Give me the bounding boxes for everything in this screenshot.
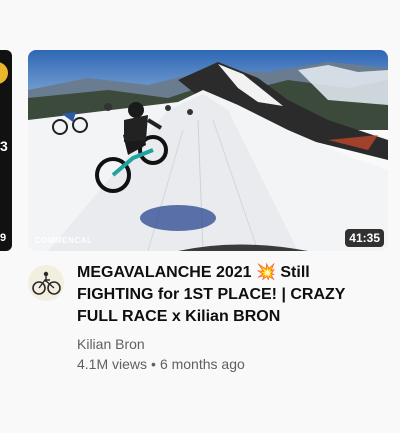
prev-badge [0, 62, 8, 84]
view-count: 4.1M views [77, 356, 148, 372]
video-title[interactable]: MEGAVALANCHE 2021 💥 Still FIGHTING for 1… [77, 262, 377, 328]
prev-thumbnail-text: 3 [0, 138, 8, 154]
prev-duration-badge: 9 [0, 232, 7, 244]
thumbnail-image [28, 50, 388, 251]
stats-separator: • [151, 356, 156, 372]
channel-name[interactable]: Kilian Bron [77, 334, 377, 354]
duration-badge: 41:35 [345, 229, 384, 247]
upload-age: 6 months ago [159, 356, 245, 372]
avatar-bike-icon [32, 271, 61, 295]
video-thumbnail[interactable]: COMMENCAL 41:35 [28, 50, 388, 251]
channel-avatar[interactable] [28, 265, 64, 301]
brand-watermark: COMMENCAL [35, 236, 93, 245]
previous-video-thumbnail[interactable]: 3 9 [0, 50, 12, 251]
video-stats: 4.1M views • 6 months ago [77, 354, 377, 374]
video-meta: MEGAVALANCHE 2021 💥 Still FIGHTING for 1… [77, 262, 377, 374]
